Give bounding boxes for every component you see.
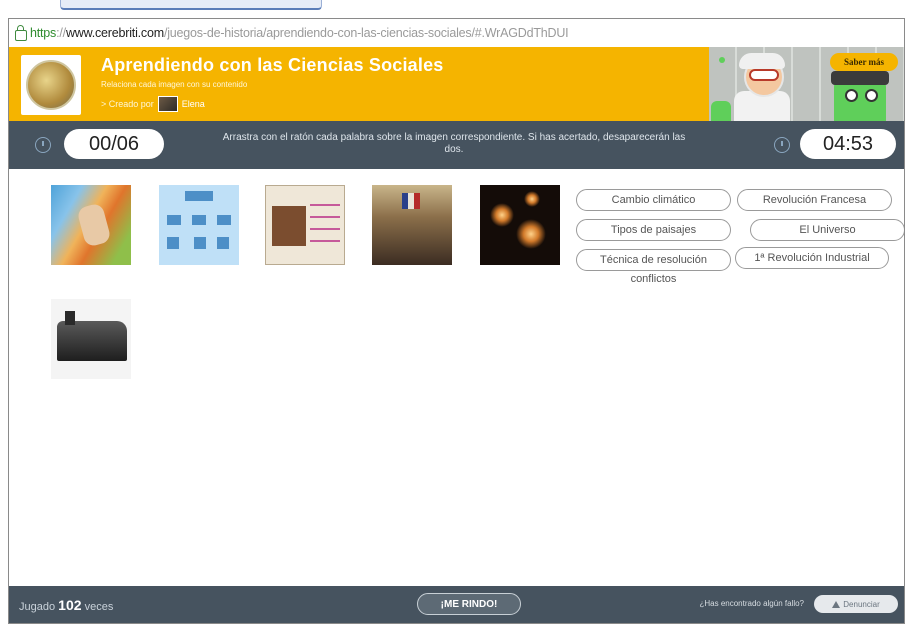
green-dot-icon [719, 57, 725, 63]
diagram-box [217, 215, 231, 225]
document-picture [272, 206, 306, 246]
galaxy-shape [490, 203, 514, 227]
creator-info: > Creado por Elena [101, 96, 205, 112]
promo-banner[interactable]: Saber más [709, 47, 904, 121]
progress-icon [35, 137, 51, 153]
report-label: Denunciar [843, 599, 880, 609]
lock-icon [15, 24, 27, 41]
monster-eye-icon [845, 89, 858, 102]
galaxy-shape [516, 219, 546, 249]
timer-icon [774, 137, 790, 153]
score-counter: 00/06 [64, 129, 164, 159]
revolucion-francesa-painting-image[interactable] [372, 185, 452, 265]
diagram-box [185, 191, 213, 201]
document-line [310, 204, 340, 206]
document-line [310, 216, 340, 218]
game-instructions: Arrastra con el ratón cada palabra sobre… [222, 132, 686, 155]
play-count-number: 102 [58, 597, 82, 613]
game-footer: Jugado 102 veces ¡ME RINDO! ¿Has encontr… [9, 586, 904, 623]
report-button[interactable]: Denunciar [814, 595, 898, 613]
author-avatar[interactable] [157, 96, 178, 112]
browser-window: https://www.cerebriti.com/juegos-de-hist… [8, 18, 905, 624]
game-subtitle: Relaciona cada imagen con su contenido [101, 80, 248, 89]
document-line [310, 240, 340, 242]
diagram-box [167, 215, 181, 225]
game-board: Cambio climático Revolución Francesa Tip… [9, 169, 904, 586]
locomotive-image[interactable] [51, 299, 131, 379]
monster-hair-illustration [831, 71, 889, 85]
locomotive-shape [57, 321, 127, 361]
cambio-climatico-image[interactable] [51, 185, 131, 265]
word-cambio-climatico[interactable]: Cambio climático [576, 189, 731, 211]
author-name[interactable]: Elena [182, 99, 205, 109]
url-text[interactable]: https://www.cerebriti.com/juegos-de-hist… [30, 26, 569, 40]
word-el-universo[interactable]: El Universo [750, 219, 904, 241]
game-header: Aprendiendo con las Ciencias Sociales Re… [9, 47, 904, 121]
saber-mas-button[interactable]: Saber más [830, 53, 898, 71]
document-line [310, 228, 340, 230]
word-tecnica-resolucion-continuation[interactable]: conflictos [576, 273, 731, 285]
browser-top-strip [0, 0, 906, 18]
resolucion-conflictos-document-image[interactable] [265, 185, 345, 265]
give-up-button[interactable]: ¡ME RINDO! [417, 593, 521, 615]
universo-image[interactable] [480, 185, 560, 265]
created-by-label: > Creado por [101, 99, 154, 109]
diagram-box [217, 237, 229, 249]
browser-tab[interactable] [60, 0, 322, 10]
diagram-box [194, 237, 206, 249]
galaxy-shape [524, 191, 540, 207]
monster-eye-icon [865, 89, 878, 102]
game-thumbnail-image [26, 60, 76, 110]
flag-shape [402, 193, 420, 209]
diagram-box [167, 237, 179, 249]
address-bar[interactable]: https://www.cerebriti.com/juegos-de-hist… [9, 19, 904, 48]
game-title[interactable]: Aprendiendo con las Ciencias Sociales [101, 55, 444, 76]
diagram-box [192, 215, 206, 225]
game-thumbnail [21, 55, 81, 115]
professor-glasses-illustration [749, 69, 779, 81]
professor-hair-illustration [739, 53, 785, 69]
word-revolucion-francesa[interactable]: Revolución Francesa [737, 189, 892, 211]
game-toolbar: 00/06 Arrastra con el ratón cada palabra… [9, 121, 904, 169]
smokestack-shape [65, 311, 75, 325]
word-tipos-de-paisajes[interactable]: Tipos de paisajes [576, 219, 731, 241]
play-count: Jugado 102 veces [19, 597, 114, 613]
tipos-paisajes-diagram-image[interactable] [159, 185, 239, 265]
fault-question: ¿Has encontrado algún fallo? [699, 599, 804, 608]
word-tecnica-resolucion[interactable]: Técnica de resolución [576, 249, 731, 271]
countdown-timer: 04:53 [800, 129, 896, 159]
word-revolucion-industrial[interactable]: 1ª Revolución Industrial [735, 247, 889, 269]
small-monster-illustration [711, 101, 731, 121]
warning-icon [832, 600, 841, 608]
